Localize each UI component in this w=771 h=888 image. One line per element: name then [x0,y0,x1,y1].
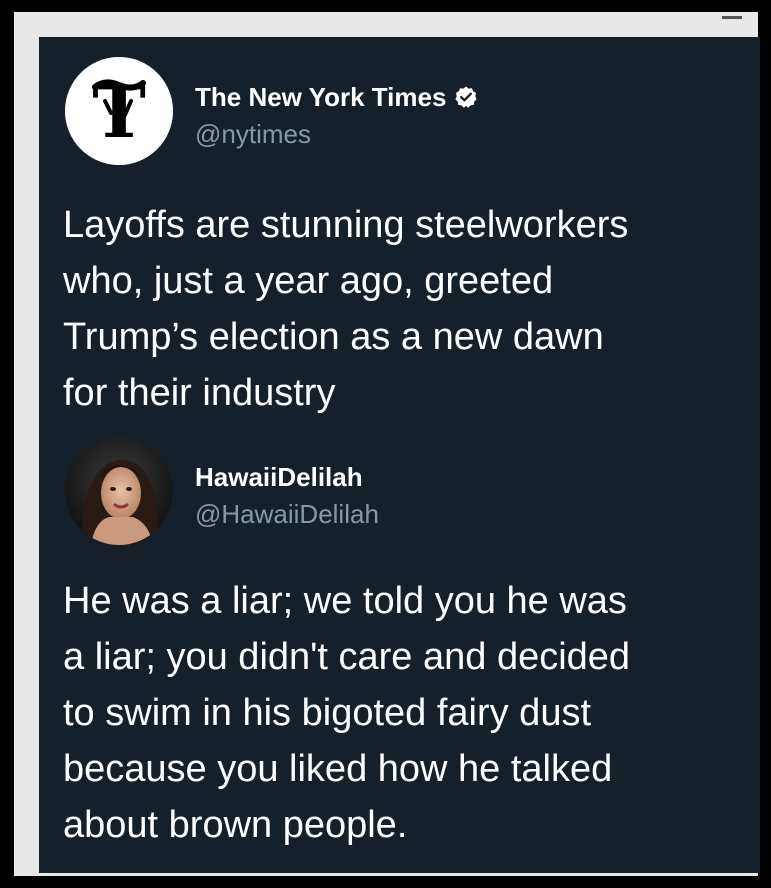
tweet-text-line: a liar; you didn't care and decided [63,636,631,678]
tweet-text: Layoffs are stunning steelworkers who, j… [63,197,743,421]
tweet-header-nytimes: T The New York Times @nytimes [65,57,665,167]
corner-mark [722,16,742,19]
tweet-text-line: about brown people. [63,804,408,846]
tweet-text-line: for their industry [63,372,336,414]
tweet-text-line: to swim in his bigoted fairy dust [63,692,592,734]
tweet-text: He was a liar; we told you he was a liar… [63,573,743,853]
nyt-logo-icon[interactable]: T [65,57,173,165]
display-name[interactable]: The New York Times [195,82,446,113]
tweet-card: T The New York Times @nytimes Layoffs ar… [39,37,760,873]
user-photo-avatar[interactable] [65,437,173,545]
frame-border: T The New York Times @nytimes Layoffs ar… [14,12,760,876]
tweet-text-line: who, just a year ago, greeted [63,260,554,302]
handle[interactable]: @HawaiiDelilah [195,499,379,530]
name-row: The New York Times [195,81,478,113]
outer-frame: T The New York Times @nytimes Layoffs ar… [0,0,771,888]
handle[interactable]: @nytimes [195,119,311,150]
display-name[interactable]: HawaiiDelilah [195,462,363,493]
tweet-text-line: Layoffs are stunning steelworkers [63,204,629,246]
verified-badge-icon [454,85,478,109]
tweet-header-hawaiidelilah: HawaiiDelilah @HawaiiDelilah [65,437,665,547]
tweet-text-line: He was a liar; we told you he was [63,580,627,622]
tweet-text-line: Trump’s election as a new dawn [63,316,604,358]
tweet-text-line: because you liked how he talked [63,748,613,790]
name-row: HawaiiDelilah [195,461,363,493]
